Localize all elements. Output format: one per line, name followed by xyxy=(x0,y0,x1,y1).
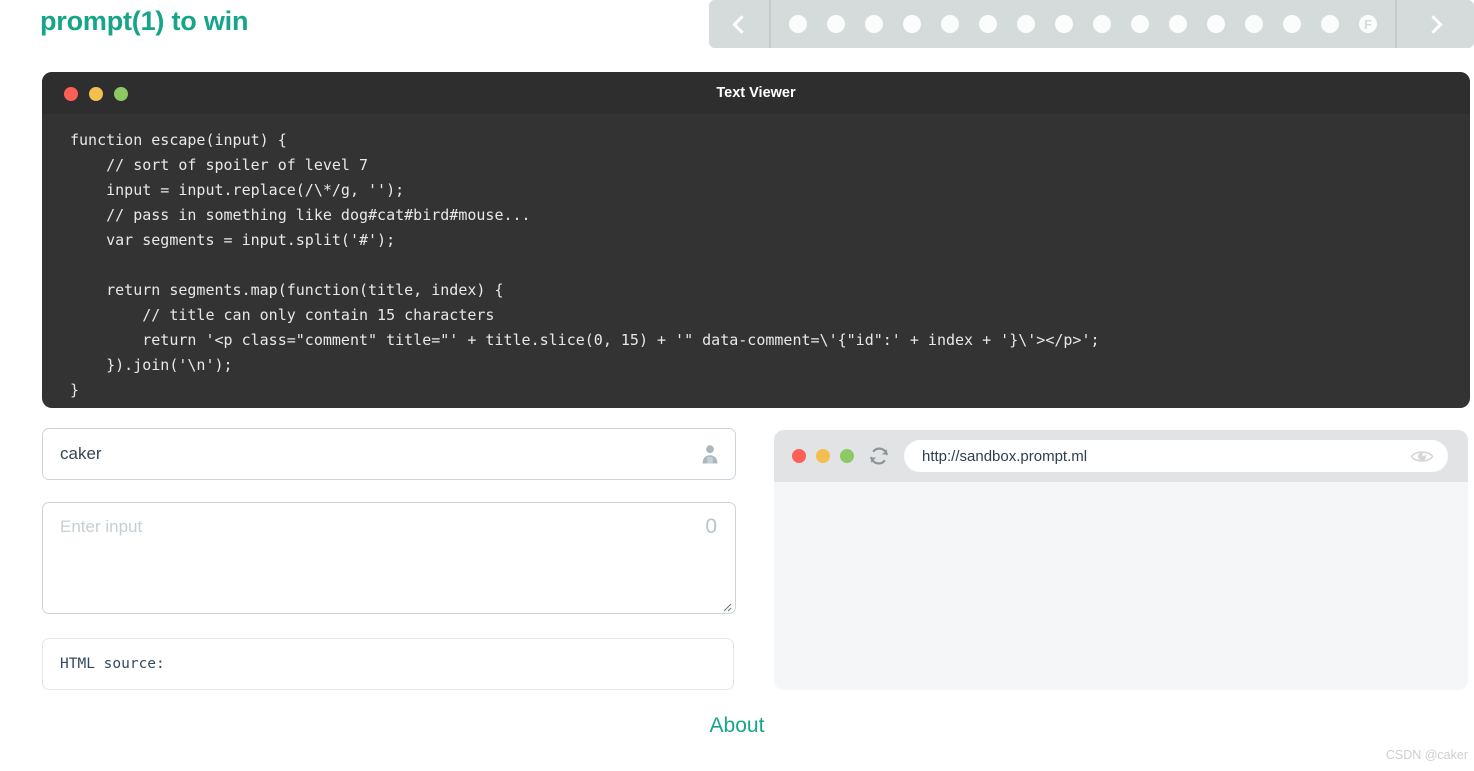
html-source-label: HTML source: xyxy=(60,656,165,672)
html-source-box: HTML source: xyxy=(42,638,734,690)
browser-viewport xyxy=(774,482,1468,690)
maximize-window-icon[interactable] xyxy=(114,87,128,101)
browser-toolbar: http://sandbox.prompt.ml xyxy=(774,430,1468,482)
payload-input-placeholder: Enter input xyxy=(60,517,143,536)
close-window-icon[interactable] xyxy=(64,87,78,101)
level-dot-final[interactable]: F xyxy=(1359,15,1377,33)
level-dot-6[interactable] xyxy=(979,15,997,33)
level-dot-12[interactable] xyxy=(1207,15,1225,33)
username-value[interactable]: caker xyxy=(60,444,699,464)
text-viewer-window: Text Viewer function escape(input) { // … xyxy=(42,72,1470,408)
page-root: prompt(1) to win F Text Viewer function … xyxy=(0,0,1474,771)
watermark: CSDN @caker xyxy=(1385,748,1468,762)
level-dot-7[interactable] xyxy=(1017,15,1035,33)
url-bar[interactable]: http://sandbox.prompt.ml xyxy=(904,440,1448,472)
level-dot-5[interactable] xyxy=(941,15,959,33)
level-navigation: F xyxy=(709,0,1474,48)
refresh-icon[interactable] xyxy=(868,445,890,467)
browser-close-icon[interactable] xyxy=(792,449,806,463)
prev-level-button[interactable] xyxy=(709,0,771,48)
level-dots: F xyxy=(771,0,1395,48)
level-dot-1[interactable] xyxy=(789,15,807,33)
browser-minimize-icon[interactable] xyxy=(816,449,830,463)
window-traffic-lights xyxy=(64,87,128,101)
chevron-left-icon xyxy=(731,14,751,34)
about-link[interactable]: About xyxy=(0,714,1474,738)
level-dot-9[interactable] xyxy=(1093,15,1111,33)
browser-maximize-icon[interactable] xyxy=(840,449,854,463)
person-icon xyxy=(699,443,721,465)
username-field[interactable]: caker xyxy=(42,428,736,480)
chevron-right-icon xyxy=(1424,14,1443,34)
resize-handle[interactable] xyxy=(720,599,732,612)
payload-input[interactable]: Enter input 0 xyxy=(42,502,736,614)
next-level-button[interactable] xyxy=(1395,0,1474,48)
text-viewer-titlebar: Text Viewer xyxy=(42,72,1470,114)
eye-icon[interactable] xyxy=(1410,448,1434,465)
level-dot-11[interactable] xyxy=(1169,15,1187,33)
app-header: prompt(1) to win F xyxy=(0,0,1474,54)
level-dot-10[interactable] xyxy=(1131,15,1149,33)
character-count: 0 xyxy=(705,515,717,538)
level-dot-4[interactable] xyxy=(903,15,921,33)
level-dot-2[interactable] xyxy=(827,15,845,33)
level-dot-15[interactable] xyxy=(1321,15,1339,33)
url-text[interactable]: http://sandbox.prompt.ml xyxy=(922,448,1410,465)
sandbox-browser: http://sandbox.prompt.ml xyxy=(774,430,1468,690)
minimize-window-icon[interactable] xyxy=(89,87,103,101)
page-title: prompt(1) to win xyxy=(40,6,249,36)
level-dot-13[interactable] xyxy=(1245,15,1263,33)
level-dot-3[interactable] xyxy=(865,15,883,33)
text-viewer-title: Text Viewer xyxy=(716,85,796,101)
level-dot-14[interactable] xyxy=(1283,15,1301,33)
level-dot-8[interactable] xyxy=(1055,15,1073,33)
browser-traffic-lights xyxy=(792,449,854,463)
source-code-block: function escape(input) { // sort of spoi… xyxy=(70,131,1100,399)
